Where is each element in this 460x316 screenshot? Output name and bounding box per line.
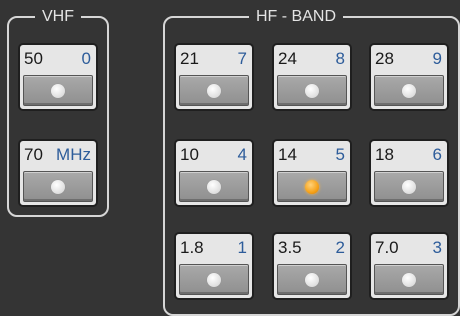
band-key[interactable] xyxy=(179,75,249,106)
band-key[interactable] xyxy=(179,171,249,202)
band-label: 28 xyxy=(375,49,394,68)
led-indicator-icon xyxy=(51,179,65,194)
band-label: 1.8 xyxy=(180,238,204,257)
band-number: 5 xyxy=(335,145,345,164)
band-number: 4 xyxy=(237,145,247,164)
led-indicator-icon xyxy=(51,83,65,98)
band-key[interactable] xyxy=(277,171,347,202)
led-indicator-icon xyxy=(402,83,416,98)
band-label: 18 xyxy=(375,145,394,164)
band-button-24[interactable]: 24 8 xyxy=(272,43,352,111)
band-label: 24 xyxy=(278,49,297,68)
band-button-18[interactable]: 18 6 xyxy=(369,139,449,207)
band-label: 70 xyxy=(24,145,43,164)
led-indicator-icon xyxy=(402,179,416,194)
band-button-21[interactable]: 21 7 xyxy=(174,43,254,111)
led-active-indicator-icon xyxy=(305,179,319,194)
band-button-3-5[interactable]: 3.5 2 xyxy=(272,232,352,300)
led-indicator-icon xyxy=(207,179,221,194)
band-number: MHz xyxy=(56,145,91,164)
led-indicator-icon xyxy=(305,83,319,98)
band-number: 0 xyxy=(81,49,91,68)
band-number: 3 xyxy=(432,238,442,257)
band-button-1-8[interactable]: 1.8 1 xyxy=(174,232,254,300)
band-button-70[interactable]: 70 MHz xyxy=(18,139,98,207)
band-label: 21 xyxy=(180,49,199,68)
band-button-7-0[interactable]: 7.0 3 xyxy=(369,232,449,300)
band-label: 3.5 xyxy=(278,238,302,257)
led-indicator-icon xyxy=(305,272,319,287)
band-button-50[interactable]: 50 0 xyxy=(18,43,98,111)
band-label: 50 xyxy=(24,49,43,68)
band-number: 6 xyxy=(432,145,442,164)
band-number: 2 xyxy=(335,238,345,257)
band-label: 10 xyxy=(180,145,199,164)
band-label: 7.0 xyxy=(375,238,399,257)
band-key[interactable] xyxy=(374,264,444,295)
band-number: 9 xyxy=(432,49,442,68)
vhf-panel-title: VHF xyxy=(35,7,81,27)
band-key[interactable] xyxy=(23,171,93,202)
band-key[interactable] xyxy=(374,75,444,106)
band-number: 1 xyxy=(237,238,247,257)
led-indicator-icon xyxy=(207,272,221,287)
band-key[interactable] xyxy=(179,264,249,295)
band-key[interactable] xyxy=(277,75,347,106)
hf-band-panel-title: HF - BAND xyxy=(249,7,343,27)
band-number: 7 xyxy=(237,49,247,68)
band-number: 8 xyxy=(335,49,345,68)
band-button-14[interactable]: 14 5 xyxy=(272,139,352,207)
led-indicator-icon xyxy=(207,83,221,98)
led-indicator-icon xyxy=(402,272,416,287)
band-label: 14 xyxy=(278,145,297,164)
band-key[interactable] xyxy=(23,75,93,106)
band-key[interactable] xyxy=(277,264,347,295)
band-button-10[interactable]: 10 4 xyxy=(174,139,254,207)
band-key[interactable] xyxy=(374,171,444,202)
band-button-28[interactable]: 28 9 xyxy=(369,43,449,111)
